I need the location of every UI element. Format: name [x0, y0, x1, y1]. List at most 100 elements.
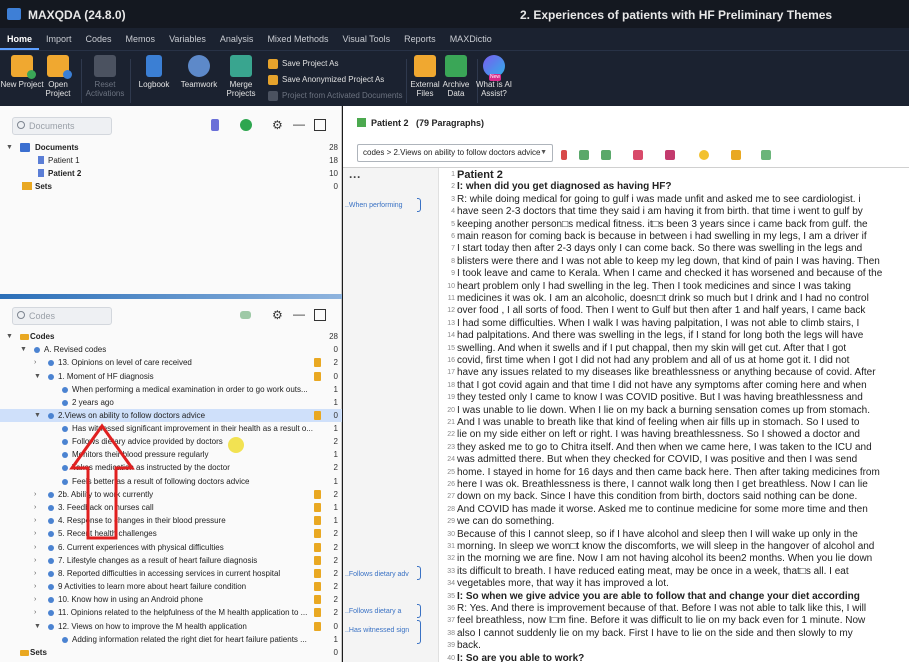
code-tree-row[interactable]: ▼ Codes 28 — [0, 330, 342, 343]
margin-code-label[interactable]: ..Follows dietary adv — [345, 571, 409, 578]
code-set-icon[interactable] — [240, 311, 251, 319]
maximize-icon[interactable] — [314, 119, 326, 131]
tree-row-documents[interactable]: ▼ Documents 28 — [0, 141, 342, 154]
minimize-icon[interactable]: — — [293, 308, 305, 321]
document-text-line[interactable]: we can do something. — [457, 516, 909, 528]
document-text-line[interactable]: heart problem only I had swelling in the… — [457, 281, 909, 293]
tab-reports[interactable]: Reports — [397, 28, 443, 50]
tab-maxdictio[interactable]: MAXDictio — [443, 28, 499, 50]
chevron-down-icon[interactable]: ▼ — [34, 620, 42, 633]
document-text-line[interactable]: I had some difficulties. When I walk I w… — [457, 318, 909, 330]
document-text-line[interactable]: have seen 2-3 doctors that time they sai… — [457, 206, 909, 218]
tab-home[interactable]: Home — [0, 28, 40, 50]
document-text-line[interactable]: Because of this I cannot sleep, so if I … — [457, 529, 909, 541]
document-text-line[interactable]: they asked me to go to Chitra itself. An… — [457, 442, 909, 454]
document-text-line[interactable]: R: while doing medical for going to gulf… — [457, 194, 909, 206]
document-text-line[interactable]: Patient 2 — [457, 169, 909, 181]
code-tree-row[interactable]: › 9 Activities to learn more about heart … — [0, 580, 342, 593]
tab-import[interactable]: Import — [39, 28, 79, 50]
memo-icon[interactable] — [314, 516, 321, 525]
document-text-line[interactable]: home. I stayed in home for 16 days and t… — [457, 467, 909, 479]
document-text-line[interactable]: swelling. And when it swells and if I pu… — [457, 343, 909, 355]
merge-projects-button[interactable]: Merge Projects — [219, 55, 263, 98]
tree-row-sets[interactable]: Sets 0 — [0, 180, 342, 193]
code-tree-row[interactable]: › 13. Opinions on level of care received 2 — [0, 356, 342, 369]
document-text-line[interactable]: feel breathless, now I□m fine. Before it… — [457, 615, 909, 627]
memo-icon[interactable] — [314, 569, 321, 578]
chevron-down-icon[interactable]: ▼ — [34, 370, 42, 383]
code-tree-row[interactable]: ▼ 2.Views on ability to follow doctors ad… — [0, 409, 342, 422]
code-tree-row[interactable]: › 10. Know how in using an Android phone 2 — [0, 593, 342, 606]
document-text-line[interactable]: I was unable to lie down. When I lie on … — [457, 405, 909, 417]
memo-icon[interactable] — [314, 503, 321, 512]
code-tree-row[interactable]: ▼ 12. Views on how to improve the M healt… — [0, 620, 342, 633]
code-selector-dropdown[interactable]: codes > 2.Views on ability to follow doc… — [357, 144, 553, 162]
save-anonymized-project-as-button[interactable]: Save Anonymized Project As — [268, 73, 384, 87]
document-text-line[interactable]: And COVID has made it worse. Asked me to… — [457, 504, 909, 516]
document-text-line[interactable]: I took leave and came to Kerala. When I … — [457, 268, 909, 280]
code-tree-row[interactable]: › 6. Current experiences with physical di… — [0, 541, 342, 554]
code-tree-row[interactable]: Follows dietary advice provided by docto… — [0, 435, 342, 448]
code-tree-row[interactable]: › 2b. Ability to work currently 2 — [0, 488, 342, 501]
code-tree-row[interactable]: › 11. Opinions related to the helpfulness… — [0, 606, 342, 619]
chevron-right-icon[interactable]: › — [34, 501, 42, 514]
chevron-right-icon[interactable]: › — [34, 488, 42, 501]
chevron-right-icon[interactable]: › — [34, 606, 42, 619]
document-icon[interactable] — [211, 119, 219, 131]
tab-visual-tools[interactable]: Visual Tools — [335, 28, 397, 50]
margin-code-label[interactable]: ..Follows dietary a — [345, 608, 401, 615]
code-tree-row[interactable]: ▼ 1. Moment of HF diagnosis 0 — [0, 370, 342, 383]
document-text-line[interactable]: down on my back. Since I have this condi… — [457, 491, 909, 503]
memo-icon[interactable] — [314, 411, 321, 420]
tab-codes[interactable]: Codes — [79, 28, 119, 50]
memo-icon[interactable] — [314, 622, 321, 631]
codes-search-input[interactable]: Codes — [12, 307, 112, 325]
memo-icon[interactable] — [314, 595, 321, 604]
memo-icon[interactable] — [731, 150, 741, 160]
highlight-icon[interactable] — [633, 150, 643, 160]
chevron-down-icon[interactable]: ▼ — [6, 330, 14, 343]
panel-splitter[interactable] — [0, 294, 342, 299]
document-text-line[interactable]: I: So are you able to work? — [457, 653, 909, 662]
code-tree-row[interactable]: › 3. Feedback on nurses call 1 — [0, 501, 342, 514]
document-text-line[interactable]: was admitted there. But when they checke… — [457, 454, 909, 466]
chevron-right-icon[interactable]: › — [34, 541, 42, 554]
memo-icon[interactable] — [314, 556, 321, 565]
chevron-right-icon[interactable]: › — [34, 356, 42, 369]
edit-pencil-icon[interactable] — [357, 118, 366, 127]
maximize-icon[interactable] — [314, 309, 326, 321]
document-text-line[interactable]: its difficult to breath. I have reduced … — [457, 566, 909, 578]
tree-row-patient-2[interactable]: Patient 2 10 — [0, 167, 342, 180]
gear-icon[interactable]: ⚙ — [272, 309, 284, 321]
color-code-icon[interactable] — [665, 150, 675, 160]
memo-icon[interactable] — [314, 358, 321, 367]
document-text-line[interactable]: R: Yes. And there is improvement because… — [457, 603, 909, 615]
add-document-icon[interactable] — [240, 119, 252, 131]
code-tree-row[interactable]: › 7. Lifestyle changes as a result of hea… — [0, 554, 342, 567]
code-tree-row[interactable]: Takes medication as instructed by the do… — [0, 461, 342, 474]
coding-bracket[interactable] — [417, 566, 421, 580]
coding-bracket[interactable] — [417, 604, 421, 618]
chevron-down-icon[interactable]: ▼ — [20, 343, 28, 356]
document-text-line[interactable]: had palpitations. And there was swelling… — [457, 330, 909, 342]
project-from-activated-documents-button[interactable]: Project from Activated Documents — [268, 89, 403, 103]
document-text-line[interactable]: morning. In sleep we won□t know the disc… — [457, 541, 909, 553]
more-options-icon[interactable]: ··· — [349, 170, 361, 184]
chevron-down-icon[interactable]: ▼ — [34, 409, 42, 422]
document-text-line[interactable]: medicines it was ok. I am an alcoholic, … — [457, 293, 909, 305]
document-text-line[interactable]: blisters were there and I was not able t… — [457, 256, 909, 268]
emoticode-icon[interactable] — [699, 150, 709, 160]
document-text-line[interactable]: over food , I all sorts of food. Then I … — [457, 305, 909, 317]
memo-icon[interactable] — [314, 490, 321, 499]
what-is-ai-assist-button[interactable]: New What is AI Assist? — [472, 55, 516, 98]
documents-search-input[interactable]: Documents — [12, 117, 112, 135]
reset-activations-button[interactable]: Reset Activations — [83, 55, 127, 98]
coding-bracket[interactable] — [417, 198, 421, 212]
document-text-line[interactable]: here I was ok. Breathlessness is there, … — [457, 479, 909, 491]
document-text-line[interactable]: And I was unable to breath like that kin… — [457, 417, 909, 429]
document-text-line[interactable]: also I cannot suddenly lie on my back. F… — [457, 628, 909, 640]
chevron-right-icon[interactable]: › — [34, 580, 42, 593]
chevron-right-icon[interactable]: › — [34, 514, 42, 527]
code-tree-row[interactable]: 2 years ago 1 — [0, 396, 342, 409]
document-text-line[interactable]: vegetables more, that way it has improve… — [457, 578, 909, 590]
